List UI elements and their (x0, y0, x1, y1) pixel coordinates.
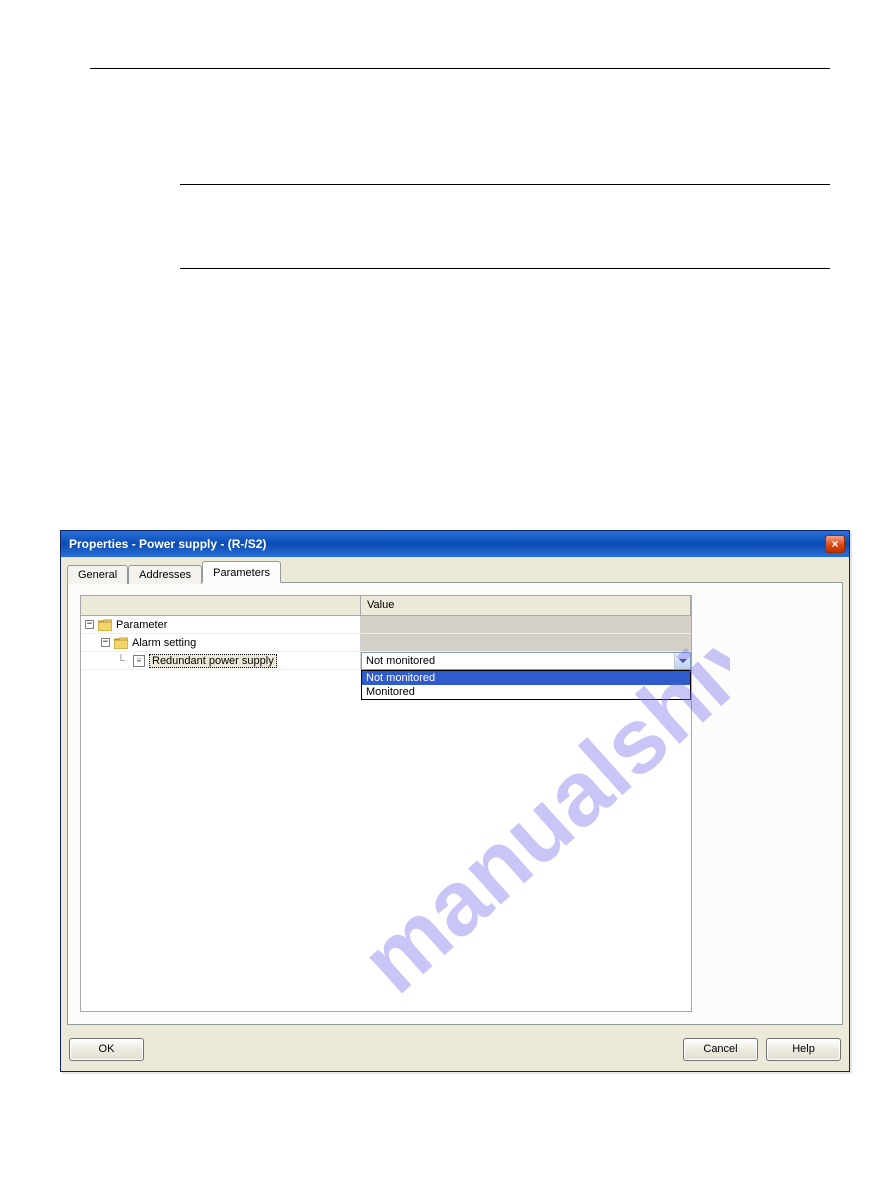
help-button[interactable]: Help (766, 1038, 841, 1061)
ok-button[interactable]: OK (69, 1038, 144, 1061)
close-button[interactable]: × (825, 535, 845, 553)
parameter-grid: Value − Parameter − (80, 595, 692, 1012)
folder-icon (98, 619, 112, 631)
tab-panel-parameters: Value − Parameter − (67, 582, 843, 1025)
row-alarm-setting: − Alarm setting (81, 634, 691, 652)
row-alarm-value (361, 634, 691, 652)
tree-connector-icon: └ (117, 655, 129, 667)
tree-root-label: Parameter (116, 619, 167, 631)
tab-parameters[interactable]: Parameters (202, 561, 281, 583)
grid-header-left (81, 596, 361, 616)
dialog-button-row: OK Cancel Help (69, 1035, 841, 1063)
row-parameter: − Parameter (81, 616, 691, 634)
dropdown-option[interactable]: Not monitored (362, 671, 690, 685)
page-rule-1 (90, 68, 830, 69)
tab-addresses[interactable]: Addresses (128, 565, 202, 584)
redundant-power-dropdown[interactable]: Not monitored Monitored (361, 670, 691, 700)
tree-leaf-label: Redundant power supply (149, 654, 277, 668)
close-icon: × (831, 537, 838, 551)
folder-icon (114, 637, 128, 649)
row-redundant-power: └ ≡ Redundant power supply Not monitored… (81, 652, 691, 670)
chevron-down-icon[interactable] (674, 653, 690, 669)
tree-leaf[interactable]: └ ≡ Redundant power supply (81, 652, 361, 670)
expander-icon[interactable]: − (101, 638, 110, 647)
row-redundant-value-cell: Not monitored Not monitored Monitored (361, 652, 691, 670)
expander-icon[interactable]: − (85, 620, 94, 629)
titlebar: Properties - Power supply - (R-/S2) × (61, 531, 849, 557)
parameter-icon: ≡ (133, 655, 145, 667)
properties-dialog: Properties - Power supply - (R-/S2) × Ge… (60, 530, 850, 1072)
dialog-body: General Addresses Parameters Value − Par… (65, 561, 845, 1027)
page-rule-3 (180, 268, 830, 269)
tabstrip: General Addresses Parameters (65, 561, 845, 583)
window-title: Properties - Power supply - (R-/S2) (69, 537, 266, 551)
dropdown-option[interactable]: Monitored (362, 685, 690, 699)
grid-header-value: Value (361, 596, 691, 616)
tree-root[interactable]: − Parameter (81, 616, 361, 634)
row-parameter-value (361, 616, 691, 634)
tree-group[interactable]: − Alarm setting (81, 634, 361, 652)
cancel-button[interactable]: Cancel (683, 1038, 758, 1061)
tab-general[interactable]: General (67, 565, 128, 584)
grid-header: Value (81, 596, 691, 616)
combo-selected-text: Not monitored (366, 655, 674, 667)
redundant-power-combo[interactable]: Not monitored (361, 652, 691, 670)
tree-group-label: Alarm setting (132, 637, 196, 649)
page-rule-2 (180, 184, 830, 185)
